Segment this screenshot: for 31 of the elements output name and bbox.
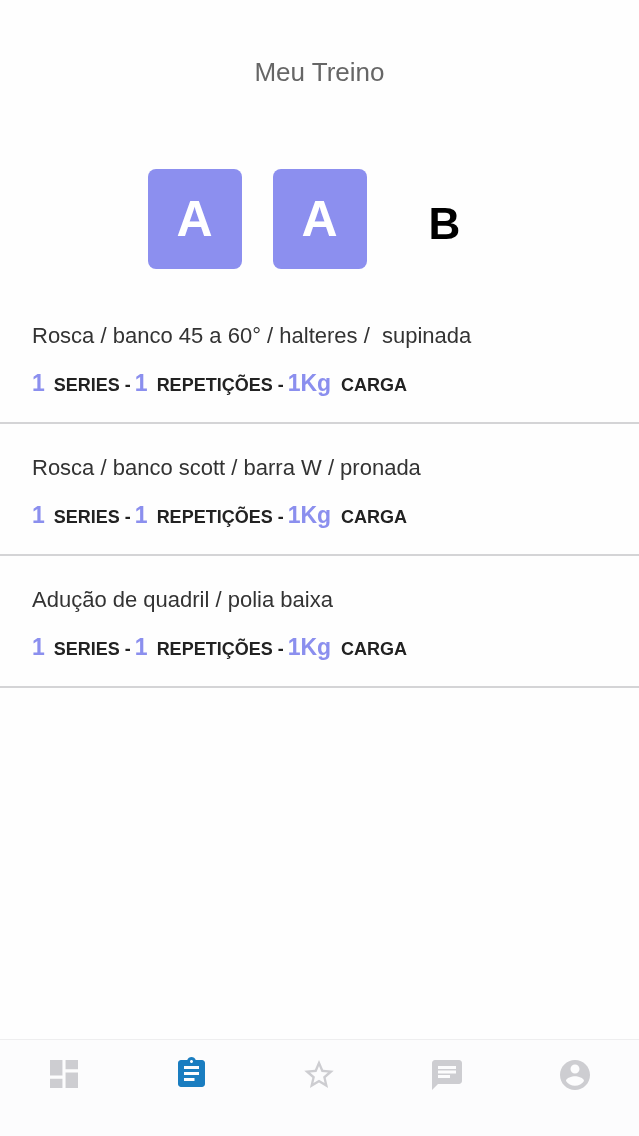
screen-title: Meu Treino: [254, 57, 385, 87]
exercise-name: Adução de quadril / polia baixa: [32, 587, 333, 613]
sets-count: 1: [32, 634, 45, 660]
sets-label: SERIES -: [53, 638, 131, 661]
exercise-name: Rosca / banco 45 a 60° / halteres / supinada: [32, 323, 472, 349]
load-value: 1Kg: [287, 634, 332, 660]
dashboard-icon: [49, 1060, 78, 1088]
load-label: CARGA: [341, 638, 408, 661]
load-value: 1Kg: [287, 502, 332, 528]
chat-icon: [432, 1060, 463, 1090]
tab-bar-item[interactable]: [178, 1057, 206, 1087]
profile-icon: [560, 1060, 591, 1090]
reps-count: 1: [134, 370, 148, 396]
reps-count: 1: [134, 502, 148, 528]
load-value: 1Kg: [287, 370, 332, 396]
star-icon: [304, 1060, 335, 1088]
sets-count: 1: [32, 502, 45, 528]
reps-count: 1: [134, 634, 148, 660]
load-label: CARGA: [341, 506, 408, 529]
sets-label: SERIES -: [53, 374, 131, 397]
reps-label: REPETIÇÕES -: [156, 637, 284, 661]
workout-tab[interactable]: B: [428, 202, 461, 246]
workout-tab[interactable]: A: [272, 169, 367, 269]
clipboard-icon: [178, 1057, 206, 1087]
workout-tab[interactable]: A: [147, 169, 242, 269]
load-label: CARGA: [341, 374, 408, 397]
exercise-name: Rosca / banco scott / barra W / pronada: [32, 455, 421, 481]
reps-label: REPETIÇÕES -: [156, 505, 284, 529]
sets-label: SERIES -: [53, 506, 131, 529]
reps-label: REPETIÇÕES -: [156, 373, 284, 397]
sets-count: 1: [32, 370, 45, 396]
